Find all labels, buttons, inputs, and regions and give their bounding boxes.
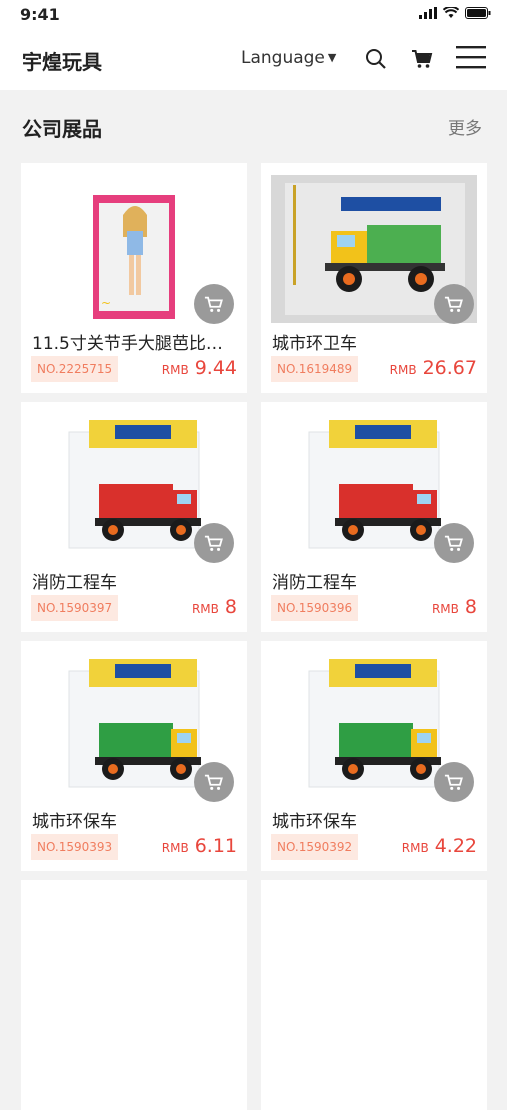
product-code: NO.1590393 (31, 834, 119, 860)
price-value: 4.22 (434, 835, 477, 857)
add-to-cart-button[interactable] (194, 762, 234, 802)
product-card[interactable]: 消防工程车 NO.1590396 RMB 8 (261, 402, 487, 632)
signal-icon (419, 7, 437, 19)
product-code: NO.1590392 (271, 834, 359, 860)
cart-icon (204, 296, 223, 312)
more-link[interactable]: 更多 (448, 114, 482, 139)
add-to-cart-button[interactable] (434, 284, 474, 324)
product-price: RMB 4.22 (402, 835, 477, 857)
wifi-icon (443, 7, 459, 18)
product-name[interactable]: 消防工程车 (272, 568, 472, 593)
add-to-cart-button[interactable] (194, 284, 234, 324)
product-price: RMB 8 (192, 596, 237, 618)
cart-icon (444, 296, 463, 312)
product-name[interactable]: 消防工程车 (32, 568, 232, 593)
price-value: 8 (464, 596, 477, 618)
price-currency: RMB (191, 602, 219, 616)
cart-icon (204, 535, 223, 551)
product-price: RMB 26.67 (390, 357, 477, 379)
price-currency: RMB (389, 363, 417, 377)
product-name[interactable]: 城市环保车 (32, 807, 232, 832)
app-header: 宇煌玩具 Language ▼ (0, 30, 507, 90)
product-code: NO.1590396 (271, 595, 359, 621)
add-to-cart-button[interactable] (194, 523, 234, 563)
cart-icon (444, 535, 463, 551)
product-card[interactable]: 城市环保车 NO.1590392 RMB 4.22 (261, 641, 487, 871)
add-to-cart-button[interactable] (434, 523, 474, 563)
cart-icon (204, 774, 223, 790)
product-name[interactable]: 城市环保车 (272, 807, 472, 832)
search-icon[interactable] (365, 45, 387, 71)
add-to-cart-button[interactable] (434, 762, 474, 802)
caret-down-icon: ▼ (327, 51, 337, 64)
product-code: NO.2225715 (31, 356, 119, 382)
section-title: 公司展品 (22, 117, 102, 141)
cart-icon[interactable] (411, 45, 433, 71)
product-name[interactable]: 11.5寸关节手大腿芭比娃娃 (32, 329, 232, 354)
price-currency: RMB (161, 841, 189, 855)
product-card[interactable]: 城市环保车 NO.1590393 RMB 6.11 (21, 641, 247, 871)
price-currency: RMB (161, 363, 189, 377)
price-value: 26.67 (422, 357, 477, 379)
price-value: 9.44 (194, 357, 237, 379)
product-code: NO.1619489 (271, 356, 359, 382)
language-dropdown[interactable]: Language ▼ (241, 48, 336, 68)
product-card[interactable]: ~11.5寸关节手大腿芭比娃娃 NO.2225715 RMB 9.44 (21, 163, 247, 393)
menu-icon[interactable] (456, 43, 486, 71)
price-value: 8 (224, 596, 237, 618)
product-price: RMB 9.44 (162, 357, 237, 379)
product-name[interactable]: 城市环卫车 (272, 329, 472, 354)
product-card[interactable]: 消防工程车 NO.1590397 RMB 8 (21, 402, 247, 632)
product-code: NO.1590397 (31, 595, 119, 621)
cart-icon (444, 774, 463, 790)
product-card[interactable] (261, 880, 487, 1110)
status-icons (419, 7, 491, 19)
price-currency: RMB (401, 841, 429, 855)
product-price: RMB 6.11 (162, 835, 237, 857)
svg-text:~: ~ (101, 296, 111, 310)
battery-icon (465, 7, 491, 19)
price-value: 6.11 (194, 835, 237, 857)
brand-title: 宇煌玩具 (22, 50, 102, 74)
product-price: RMB 8 (432, 596, 477, 618)
product-card[interactable]: 城市环卫车 NO.1619489 RMB 26.67 (261, 163, 487, 393)
status-time: 9:41 (20, 5, 60, 24)
price-currency: RMB (431, 602, 459, 616)
status-bar: 9:41 (0, 0, 507, 30)
language-label: Language (241, 48, 325, 68)
product-card[interactable] (21, 880, 247, 1110)
